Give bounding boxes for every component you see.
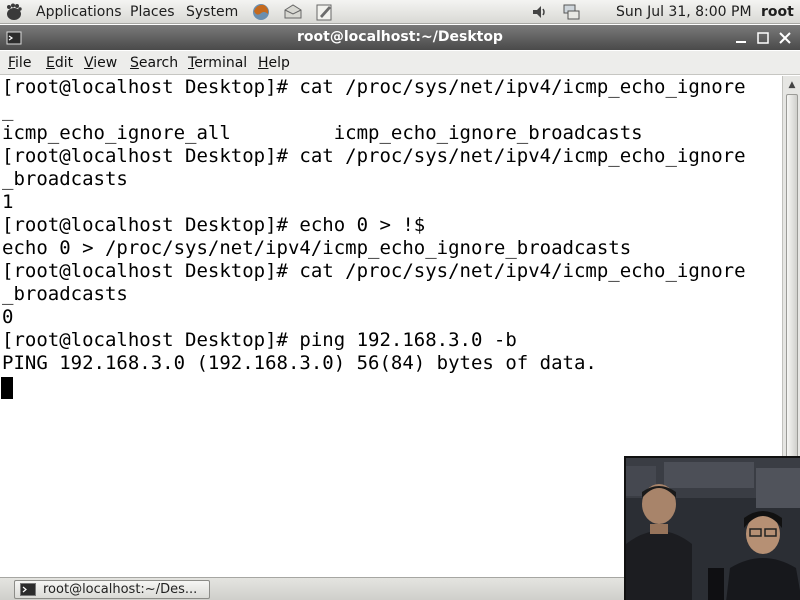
window-title-bar[interactable]: root@localhost:~/Desktop [0,25,800,50]
terminal-line: [root@localhost Desktop]# echo 0 > !$ [2,214,426,236]
menu-edit[interactable]: Edit [46,54,73,72]
webcam-video-overlay [624,456,800,600]
terminal-line: [root@localhost Desktop]# cat /proc/sys/… [2,145,746,167]
window-title: root@localhost:~/Desktop [297,29,503,45]
maximize-icon[interactable] [755,30,771,46]
terminal-line: 1 [2,191,14,213]
clock[interactable]: Sun Jul 31, 8:00 PM [616,3,752,21]
scrollbar-thumb[interactable] [786,94,798,464]
terminal-line: _ [2,99,14,121]
text-editor-icon[interactable] [314,2,334,22]
network-icon[interactable] [561,2,581,22]
menu-file[interactable]: File [8,54,31,72]
gnome-foot-icon[interactable] [4,2,24,22]
menu-bar: File Edit View Search Terminal Help [0,51,800,75]
menu-view[interactable]: View [84,54,117,72]
places-menu[interactable]: Places [130,3,175,21]
terminal-icon [20,583,36,596]
webcam-image [626,458,800,600]
firefox-icon[interactable] [251,2,271,22]
minimize-icon[interactable] [733,30,749,46]
menu-search[interactable]: Search [130,54,178,72]
taskbar-window-button[interactable]: root@localhost:~/Des... [14,580,210,599]
terminal-line: icmp_echo_ignore_all icmp_echo_ignore_br… [2,122,643,144]
top-panel: Applications Places System Sun Jul 31, 8… [0,0,800,24]
applications-menu[interactable]: Applications [36,3,122,21]
speaker-icon[interactable] [530,2,550,22]
terminal-line: [root@localhost Desktop]# ping 192.168.3… [2,329,517,351]
close-icon[interactable] [777,30,793,46]
terminal-line: 0 [2,306,14,328]
user-menu[interactable]: root [761,3,794,21]
mail-icon[interactable] [283,2,303,22]
system-menu[interactable]: System [186,3,238,21]
terminal-line: echo 0 > /proc/sys/net/ipv4/icmp_echo_ig… [2,237,632,259]
menu-help[interactable]: Help [258,54,290,72]
terminal-line: [root@localhost Desktop]# cat /proc/sys/… [2,260,746,282]
scroll-up-icon[interactable]: ▲ [785,78,799,92]
terminal-line: _broadcasts [2,168,128,190]
terminal-line: _broadcasts [2,283,128,305]
terminal-line: PING 192.168.3.0 (192.168.3.0) 56(84) by… [2,352,597,374]
terminal-line: [root@localhost Desktop]# cat /proc/sys/… [2,76,746,98]
taskbar-window-label: root@localhost:~/Des... [43,582,198,597]
text-cursor [1,377,13,399]
menu-terminal[interactable]: Terminal [188,54,247,72]
